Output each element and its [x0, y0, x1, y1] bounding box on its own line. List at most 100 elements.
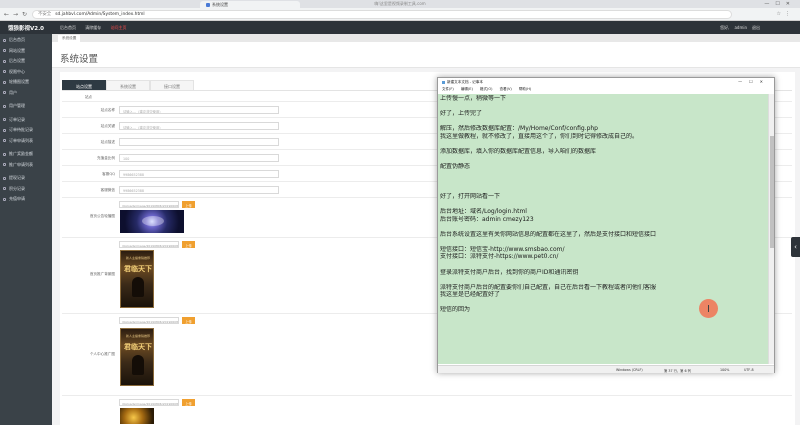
coin-icon: [3, 197, 6, 201]
notepad-line: 派特支付商户后台的配置要你们自己配置，自己在后台看一下教程或者问他们客服: [440, 283, 657, 291]
tab-system-settings[interactable]: 系统设置: [106, 80, 150, 90]
chevron-left-icon[interactable]: ‹: [791, 237, 800, 257]
mouse-cursor-marker: [699, 299, 718, 318]
back-arrow-icon[interactable]: ←: [4, 11, 9, 18]
top-nav: 后台首页 清除缓存 访问主页: [60, 25, 135, 31]
menu-help[interactable]: 帮助(H): [519, 87, 531, 91]
notepad-line: 好了，上传完了: [440, 110, 483, 118]
service-wechat-input[interactable]: 9986652388: [119, 186, 279, 194]
notepad-line: 后台账号密码：admin cmezy123: [440, 215, 534, 223]
sidebar-item-permissions[interactable]: 权限中心: [0, 66, 52, 77]
page-title: 系统设置: [60, 54, 99, 65]
notepad-window-controls[interactable]: —☐✕: [738, 79, 770, 84]
tab-api-settings[interactable]: 接口设置: [150, 80, 194, 90]
notepad-line: 解压，然后修改数据库配置：/My/Home/Conf/config.php: [440, 125, 598, 133]
notepad-titlebar[interactable]: 新建文本文档 - 记事本: [438, 78, 774, 86]
sidebar-item-label: 权限中心: [9, 68, 25, 74]
breadcrumb-tab[interactable]: 系统设置: [58, 35, 81, 42]
poster-figure: [132, 355, 144, 375]
notepad-statusbar: Windows (CRLF) 第 37 行，第 6 列 100% UTF-8: [438, 365, 774, 373]
notepad-menubar: 文件(F) 编辑(E) 格式(O) 查看(V) 帮助(H): [438, 86, 774, 93]
notepad-window[interactable]: 新建文本文档 - 记事本 —☐✕ 文件(F) 编辑(E) 格式(O) 查看(V)…: [437, 77, 775, 373]
sidebar-item-label: 订单申请列表: [9, 137, 33, 143]
list-icon: [3, 128, 6, 132]
logout-link[interactable]: 退出: [752, 25, 760, 30]
window-controls[interactable]: —☐✕: [764, 1, 796, 7]
poster-subtitle: 新人主播重磅推荐: [125, 334, 150, 338]
notepad-line: [440, 223, 766, 231]
sidebar-item-users[interactable]: 用户: [0, 87, 52, 98]
menu-format[interactable]: 格式(O): [480, 87, 493, 91]
sidebar-item-user-manage[interactable]: 用户管理: [0, 100, 52, 111]
browser-tab[interactable]: 系统设置: [200, 1, 300, 8]
poster-title: 君临天下: [124, 264, 152, 273]
poster-title: 君临天下: [124, 342, 152, 351]
upload-path-field[interactable]: /Uploads/image/20190806/201906081…: [119, 399, 179, 406]
site-name-input[interactable]: 请输入…（建议非空使用）: [119, 106, 279, 114]
notepad-scrollbar[interactable]: [768, 94, 774, 364]
sidebar-item-admin-settings[interactable]: 后台设置: [0, 55, 52, 66]
sidebar-item-referral-requests[interactable]: 推广申请列表: [0, 159, 52, 170]
section-label: 站点: [84, 95, 92, 99]
site-description-input[interactable]: [119, 138, 279, 146]
address-bar[interactable]: 不安全 sd.jahbvl.com/Admin/System_index.html: [32, 10, 732, 19]
status-position: 第 37 行，第 6 列: [664, 369, 691, 373]
status-charset: UTF-8: [744, 368, 754, 372]
sidebar-item-referral-reward[interactable]: 推广奖励金额: [0, 148, 52, 159]
user-icon: [3, 91, 6, 94]
upload-button[interactable]: 上传: [182, 241, 195, 248]
upload-path-field[interactable]: /Uploads/image/20190806/201906081…: [119, 241, 179, 248]
upload-path-field[interactable]: /Uploads/image/20190806/201906081…: [119, 201, 179, 208]
notepad-line: 登录派特支付商户后台，找到你的商户ID和通讯密钥: [440, 268, 579, 276]
sidebar-item-points[interactable]: 积分记录: [0, 183, 52, 194]
sidebar-item-orders[interactable]: 订单记录: [0, 114, 52, 125]
sidebar-item-site-settings[interactable]: 网站设置: [0, 45, 52, 56]
sidebar-item-label: 订单待批记录: [9, 127, 33, 132]
home-icon: [3, 38, 6, 42]
browser-menu-icon[interactable]: ☆⋮: [777, 11, 794, 17]
sidebar-item-label: 用户: [9, 89, 17, 95]
page-icon: [206, 3, 210, 7]
notepad-line: 后台系统设置这里有关你网站信息的配置都在这里了，然后是支付接口和短信接口: [440, 230, 657, 238]
nav-home-link[interactable]: 后台首页: [60, 25, 76, 30]
nav-visit-site-link[interactable]: 访问主页: [111, 25, 127, 30]
sidebar-item-label: 积分记录: [9, 185, 25, 191]
notepad-line: 好了，打开网站看一下: [440, 193, 501, 201]
upload-button[interactable]: 上传: [182, 317, 195, 324]
browser-tab-title: 系统设置: [212, 2, 228, 7]
breadcrumb: 系统设置: [52, 34, 800, 42]
service-qq-input[interactable]: 9986652388: [119, 170, 279, 178]
menu-file[interactable]: 文件(F): [442, 87, 454, 91]
notepad-title: 新建文本文档 - 记事本: [447, 80, 483, 84]
app-header: 饿狼影视V2.0 后台首页 清除缓存 访问主页 您好, admin 退出: [0, 21, 800, 34]
upload-button[interactable]: 上传: [182, 201, 195, 208]
browser-tab-strip: 系统设置 嗨!这里是视频录制工具.com —☐✕: [0, 0, 800, 8]
recharge-ratio-input[interactable]: 100: [119, 154, 279, 162]
sidebar-item-order-requests[interactable]: 订单申请列表: [0, 135, 52, 146]
sidebar-item-pending-orders[interactable]: 订单待批记录: [0, 124, 52, 135]
notepad-text-area[interactable]: 上传慢一点，稍微等一下 好了，上传完了 解压，然后修改数据库配置：/My/Home/…: [438, 94, 768, 364]
poster-figure: [132, 277, 144, 297]
notepad-line: [440, 201, 766, 209]
menu-edit[interactable]: 编辑(E): [461, 87, 473, 91]
sidebar-item-home[interactable]: 后台首页: [0, 34, 52, 45]
upload-button[interactable]: 上传: [182, 399, 195, 406]
notepad-line: [440, 238, 766, 246]
nav-clear-cache-link[interactable]: 清除缓存: [85, 25, 101, 30]
notepad-line: [440, 170, 766, 178]
reload-icon[interactable]: ↻: [22, 11, 27, 18]
star-icon: [3, 187, 6, 190]
tab-site-settings[interactable]: 站点设置: [62, 80, 106, 90]
sidebar-item-withdrawals[interactable]: 提现记录: [0, 172, 52, 183]
gift-icon: [3, 163, 6, 166]
upload-path-field[interactable]: /Uploads/image/20190806/201906081…: [119, 317, 179, 324]
greeting: 您好,: [720, 25, 730, 30]
sidebar-item-carousel[interactable]: 轮播图设置: [0, 76, 52, 87]
sidebar: 后台首页 网站设置 后台设置 权限中心 轮播图设置 用户 用户管理 订单记录 订…: [0, 34, 52, 425]
site-keywords-input[interactable]: 请输入…（建议非空使用）: [119, 122, 279, 130]
forward-arrow-icon[interactable]: →: [13, 11, 18, 18]
sidebar-item-recharge[interactable]: 充值申请: [0, 193, 52, 204]
scrollbar-thumb[interactable]: [770, 136, 774, 248]
menu-view[interactable]: 查看(V): [500, 87, 512, 91]
field-label: 客服QQ: [102, 172, 115, 176]
